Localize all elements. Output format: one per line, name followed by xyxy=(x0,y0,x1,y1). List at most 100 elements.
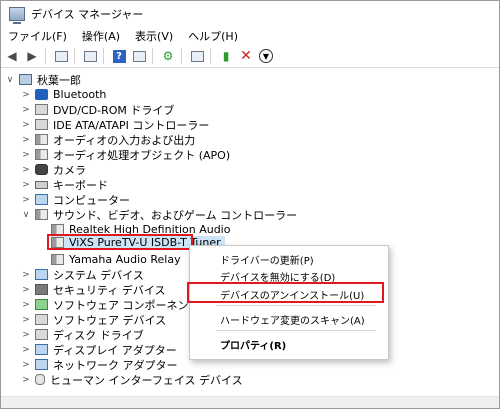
chevron-right-icon[interactable]: > xyxy=(21,150,31,160)
properties-button[interactable] xyxy=(81,47,99,65)
toolbar-separator xyxy=(74,48,75,64)
context-update-driver[interactable]: ドライバーの更新(P) xyxy=(220,252,314,267)
tree-item-label: IDE ATA/ATAPI コントローラー xyxy=(53,118,210,132)
tree-item-hid[interactable]: > ヒューマン インターフェイス デバイス xyxy=(21,372,243,387)
tree-item-label: ネットワーク アダプター xyxy=(53,358,178,372)
tree-item-dvd[interactable]: > DVD/CD-ROM ドライブ xyxy=(21,102,174,117)
console-tree-icon xyxy=(54,50,68,62)
tree-item-sound-video-game[interactable]: ∨ サウンド、ビデオ、およびゲーム コントローラー xyxy=(21,207,297,222)
monitor-icon xyxy=(190,50,204,62)
tree-item-ide[interactable]: > IDE ATA/ATAPI コントローラー xyxy=(21,117,209,132)
network-adapter-icon xyxy=(35,359,48,370)
chevron-right-icon[interactable]: > xyxy=(21,345,31,355)
keyboard-icon xyxy=(35,180,48,189)
device-manager-window: デバイス マネージャー ファイル(F) 操作(A) 表示(V) ヘルプ(H) ◀… xyxy=(0,0,500,409)
horizontal-scrollbar[interactable] xyxy=(1,396,499,408)
back-button[interactable]: ◀ xyxy=(3,47,21,65)
tree-item-label: オーディオの入力および出力 xyxy=(53,133,196,147)
chevron-right-icon[interactable]: > xyxy=(21,120,31,130)
chevron-right-icon[interactable]: > xyxy=(21,135,31,145)
chevron-right-icon[interactable]: > xyxy=(21,195,31,205)
toolbar: ◀ ▶ ? ⚙ ▮ ✕ ▼ xyxy=(1,45,499,68)
security-chip-icon xyxy=(35,284,48,295)
uninstall-device-button[interactable]: ✕ xyxy=(237,47,255,65)
chevron-down-icon[interactable]: ∨ xyxy=(21,210,31,220)
bluetooth-icon xyxy=(35,89,48,100)
tree-item-label: サウンド、ビデオ、およびゲーム コントローラー xyxy=(53,208,298,222)
tree-item-label: コンピューター xyxy=(53,193,130,207)
chevron-right-icon[interactable]: > xyxy=(21,270,31,280)
tree-item-software-components[interactable]: > ソフトウェア コンポーネント xyxy=(21,297,200,312)
close-x-icon: ✕ xyxy=(240,48,252,64)
chevron-right-icon[interactable]: > xyxy=(21,330,31,340)
device-manager-app-icon xyxy=(9,7,25,24)
tree-item-camera[interactable]: > カメラ xyxy=(21,162,86,177)
menu-help[interactable]: ヘルプ(H) xyxy=(181,28,246,44)
context-scan-hardware[interactable]: ハードウェア変更のスキャン(A) xyxy=(220,312,365,327)
menu-action[interactable]: 操作(A) xyxy=(75,28,128,44)
speaker-icon xyxy=(51,254,64,265)
action-pane-button[interactable] xyxy=(130,47,148,65)
tree-item-label: システム デバイス xyxy=(53,268,144,282)
menu-file[interactable]: ファイル(F) xyxy=(1,28,75,44)
tree-item-label: カメラ xyxy=(53,163,86,177)
tree-item-apo[interactable]: > オーディオ処理オブジェクト (APO) xyxy=(21,147,230,162)
tree-item-label: ディスク ドライブ xyxy=(53,328,144,342)
tree-item-audio-io[interactable]: > オーディオの入力および出力 xyxy=(21,132,195,147)
tree-item-label: Bluetooth xyxy=(53,88,107,101)
tree-item-disk-drives[interactable]: > ディスク ドライブ xyxy=(21,327,144,342)
update-driver-button[interactable] xyxy=(188,47,206,65)
tree-item-label: ソフトウェア デバイス xyxy=(53,313,167,327)
tree-root-label: 秋葉一郎 xyxy=(37,73,81,87)
chevron-right-icon[interactable]: > xyxy=(21,105,31,115)
title-bar: デバイス マネージャー xyxy=(1,1,499,27)
tree-item-security-devices[interactable]: > セキュリティ デバイス xyxy=(21,282,166,297)
context-properties[interactable]: プロパティ(R) xyxy=(220,337,286,352)
chevron-right-icon[interactable]: > xyxy=(21,285,31,295)
tree-item-yamaha-relay[interactable]: Yamaha Audio Relay xyxy=(51,252,181,267)
chevron-right-icon[interactable]: > xyxy=(21,165,31,175)
chevron-right-icon[interactable]: > xyxy=(21,90,31,100)
tree-item-display-adapters[interactable]: > ディスプレイ アダプター xyxy=(21,342,177,357)
toolbar-separator xyxy=(152,48,153,64)
help-button[interactable]: ? xyxy=(110,47,128,65)
chevron-right-icon[interactable]: > xyxy=(21,375,31,385)
properties-icon xyxy=(83,50,97,62)
chevron-right-icon[interactable]: > xyxy=(21,315,31,325)
menu-view[interactable]: 表示(V) xyxy=(128,28,181,44)
enable-device-button[interactable]: ▮ xyxy=(217,47,235,65)
speaker-icon xyxy=(35,209,48,220)
tree-item-label: ソフトウェア コンポーネント xyxy=(53,298,200,312)
chevron-right-icon[interactable]: > xyxy=(21,360,31,370)
display-adapter-icon xyxy=(35,344,48,355)
tree-root[interactable]: ∨ 秋葉一郎 xyxy=(5,72,81,87)
tree-item-keyboard[interactable]: > キーボード xyxy=(21,177,108,192)
tree-item-label: DVD/CD-ROM ドライブ xyxy=(53,103,175,117)
chevron-down-icon[interactable]: ∨ xyxy=(5,75,15,85)
forward-arrow-icon: ▶ xyxy=(27,49,37,63)
forward-button[interactable]: ▶ xyxy=(23,47,41,65)
window-title: デバイス マネージャー xyxy=(31,8,144,21)
tree-item-network-adapters[interactable]: > ネットワーク アダプター xyxy=(21,357,178,372)
tree-item-label: ヒューマン インターフェイス デバイス xyxy=(50,373,243,387)
toolbar-separator xyxy=(103,48,104,64)
disk-drive-icon xyxy=(35,329,48,340)
hid-icon xyxy=(35,374,45,385)
scan-hardware-icon: ⚙ xyxy=(162,49,174,63)
disable-device-button[interactable]: ▼ xyxy=(257,47,275,65)
scan-hardware-button[interactable]: ⚙ xyxy=(159,47,177,65)
chevron-right-icon[interactable]: > xyxy=(21,180,31,190)
action-pane-icon xyxy=(132,50,146,62)
software-component-icon xyxy=(35,299,48,310)
help-icon: ? xyxy=(112,49,126,63)
tree-item-label: セキュリティ デバイス xyxy=(53,283,166,297)
tree-item-system-devices[interactable]: > システム デバイス xyxy=(21,267,144,282)
chevron-right-icon[interactable]: > xyxy=(21,300,31,310)
show-hide-console-tree-button[interactable] xyxy=(52,47,70,65)
tree-item-bluetooth[interactable]: > Bluetooth xyxy=(21,87,106,102)
speaker-icon xyxy=(35,134,48,145)
system-device-icon xyxy=(35,269,48,280)
tree-item-computer[interactable]: > コンピューター xyxy=(21,192,130,207)
tree-item-software-devices[interactable]: > ソフトウェア デバイス xyxy=(21,312,166,327)
speaker-icon xyxy=(35,149,48,160)
